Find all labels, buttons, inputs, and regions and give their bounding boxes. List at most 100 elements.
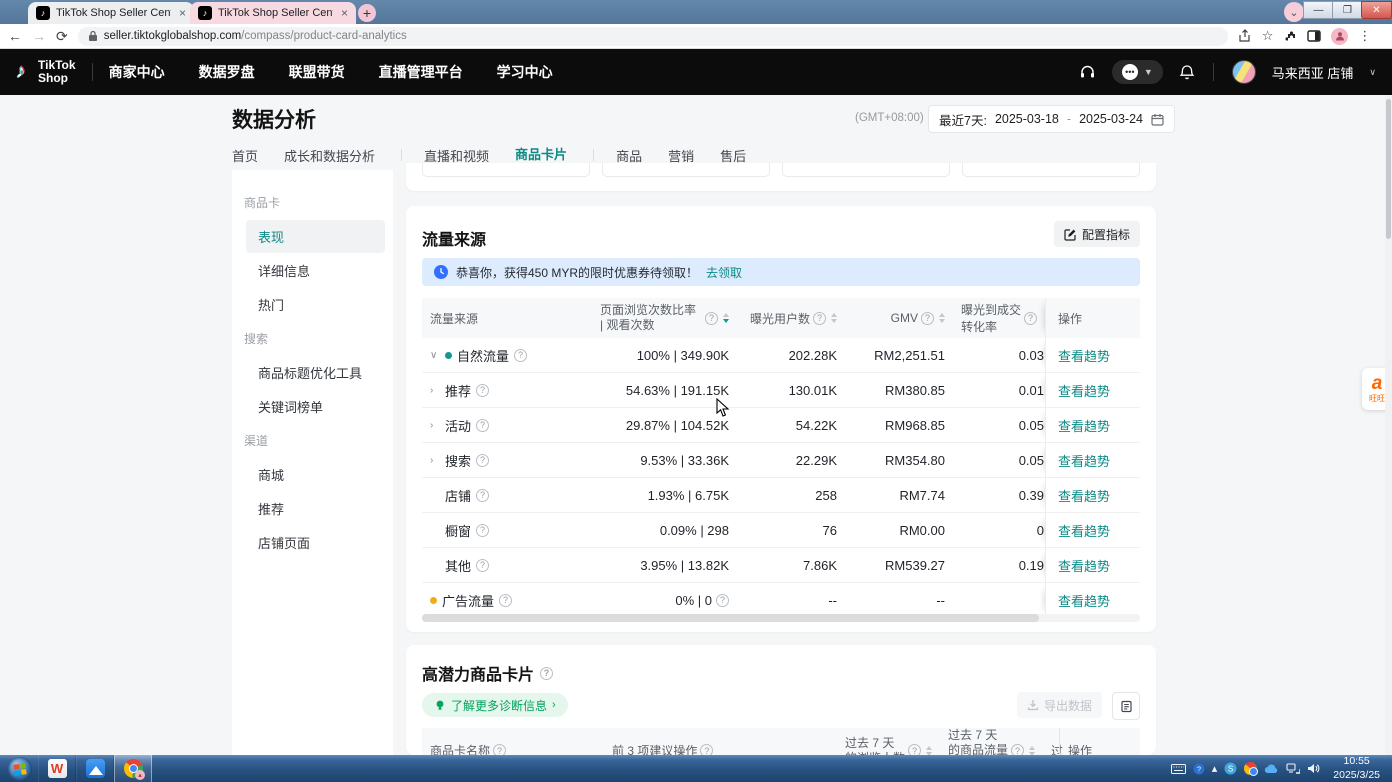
sidebar-item-详细信息[interactable]: 详细信息 xyxy=(246,254,385,287)
column-header-过[interactable]: 过 xyxy=(1043,728,1059,755)
sidebar-item-推荐[interactable]: 推荐 xyxy=(246,492,385,525)
traffic-source-cell[interactable]: 橱窗? xyxy=(422,513,587,547)
column-header-GMV[interactable]: GMV? xyxy=(845,298,953,338)
help-icon[interactable]: ? xyxy=(476,384,489,397)
sidebar-item-商品标题优化工具[interactable]: 商品标题优化工具 xyxy=(246,356,385,389)
start-button[interactable] xyxy=(8,757,32,781)
vertical-scrollbar[interactable] xyxy=(1385,95,1392,755)
view-trend-link[interactable]: 查看趋势 xyxy=(1058,591,1110,610)
browser-menu-icon[interactable]: ⋮ xyxy=(1358,28,1371,44)
scrollbar-thumb[interactable] xyxy=(1386,99,1391,239)
window-minimize-button[interactable]: — xyxy=(1303,1,1334,19)
help-icon[interactable]: ? xyxy=(1024,312,1037,325)
tab-close-icon[interactable]: × xyxy=(341,6,348,20)
collapse-icon[interactable]: ∨ xyxy=(430,350,440,361)
window-close-button[interactable]: ✕ xyxy=(1361,1,1392,19)
field-config-button[interactable] xyxy=(1112,692,1140,720)
sidebar-item-表现[interactable]: 表现 xyxy=(246,220,385,253)
store-avatar[interactable] xyxy=(1232,60,1256,84)
help-icon[interactable]: ? xyxy=(476,419,489,432)
sidebar-item-热门[interactable]: 热门 xyxy=(246,288,385,321)
taskbar-clock[interactable]: 10:55 2025/3/25 xyxy=(1327,755,1386,781)
new-tab-button[interactable]: + xyxy=(358,4,376,22)
store-chevron-icon[interactable]: ∨ xyxy=(1369,67,1376,78)
help-icon[interactable]: ? xyxy=(1011,744,1024,755)
view-trend-link[interactable]: 查看趋势 xyxy=(1058,556,1110,575)
column-header-过去 7 天的浏览人数[interactable]: 过去 7 天的浏览人数? xyxy=(837,728,940,755)
site-nav-item[interactable]: 数据罗盘 xyxy=(199,62,255,82)
site-nav-item[interactable]: 商家中心 xyxy=(109,62,165,82)
tiktok-shop-logo[interactable]: ♪♪♪ TikTokShop xyxy=(16,59,76,84)
volume-icon[interactable] xyxy=(1307,763,1320,774)
help-icon[interactable]: ? xyxy=(700,744,713,755)
taskbar-app-chrome[interactable]: ▴ xyxy=(114,754,152,782)
traffic-source-cell[interactable]: ›推荐? xyxy=(422,373,587,407)
date-range-picker[interactable]: 最近7天: 2025-03-18 - 2025-03-24 xyxy=(928,105,1175,133)
traffic-source-cell[interactable]: 其他? xyxy=(422,548,587,582)
help-icon[interactable]: ? xyxy=(921,312,934,325)
help-icon[interactable]: ? xyxy=(908,744,921,755)
column-header-过去 7 天的商品流量占比[interactable]: 过去 7 天的商品流量占比? xyxy=(940,728,1043,755)
notification-bell-icon[interactable] xyxy=(1179,64,1195,81)
expand-icon[interactable]: › xyxy=(430,420,440,431)
tray-expand-icon[interactable]: ▴ xyxy=(1212,762,1218,775)
column-header-曝光到成交转化率[interactable]: 曝光到成交转化率? xyxy=(953,298,1045,338)
traffic-source-cell[interactable]: 广告流量? xyxy=(422,583,587,617)
bookmark-star-icon[interactable]: ☆ xyxy=(1262,28,1274,44)
tab-close-icon[interactable]: × xyxy=(179,6,186,20)
sort-icon[interactable] xyxy=(926,746,932,756)
window-maximize-button[interactable]: ❐ xyxy=(1332,1,1363,19)
help-icon[interactable]: ? xyxy=(705,312,718,325)
store-name[interactable]: 马来西亚 店铺 xyxy=(1272,63,1354,82)
claim-coupon-link[interactable]: 去领取 xyxy=(706,264,742,281)
expand-icon[interactable]: › xyxy=(430,455,440,466)
browser-tab[interactable]: ♪TikTok Shop Seller Center | Cr× xyxy=(190,2,356,24)
support-headset-icon[interactable] xyxy=(1079,64,1096,81)
view-trend-link[interactable]: 查看趋势 xyxy=(1058,451,1110,470)
touch-keyboard-icon[interactable] xyxy=(1171,764,1186,774)
metric-box[interactable] xyxy=(422,163,590,177)
column-header-操作[interactable]: 操作 xyxy=(1059,728,1140,755)
help-tray-icon[interactable]: ? xyxy=(1193,763,1205,775)
view-trend-link[interactable]: 查看趋势 xyxy=(1058,486,1110,505)
metric-box[interactable] xyxy=(602,163,770,177)
address-bar[interactable]: seller.tiktokglobalshop.com/compass/prod… xyxy=(78,27,1228,46)
site-nav-item[interactable]: 联盟带货 xyxy=(289,62,345,82)
help-icon[interactable]: ? xyxy=(476,454,489,467)
chrome-tray-icon[interactable] xyxy=(1244,762,1257,775)
reload-icon[interactable]: ⟳ xyxy=(56,29,68,43)
extensions-icon[interactable] xyxy=(1283,29,1297,43)
cloud-icon[interactable] xyxy=(1264,764,1279,774)
skype-icon[interactable]: S xyxy=(1224,762,1237,775)
traffic-source-cell[interactable]: ›活动? xyxy=(422,408,587,442)
sort-icon[interactable] xyxy=(831,313,837,323)
configure-metrics-button[interactable]: 配置指标 xyxy=(1054,221,1140,247)
taskbar-app-wps[interactable]: W xyxy=(38,755,76,782)
metric-box[interactable] xyxy=(782,163,950,177)
back-icon[interactable]: ← xyxy=(8,29,22,43)
traffic-source-cell[interactable]: ∨自然流量? xyxy=(422,338,587,372)
sort-icon[interactable] xyxy=(723,313,729,323)
taskbar-app-mountain[interactable] xyxy=(76,755,114,782)
site-nav-item[interactable]: 直播管理平台 xyxy=(379,62,463,82)
column-header-操作[interactable]: 操作 xyxy=(1045,298,1140,338)
help-icon[interactable]: ? xyxy=(716,594,729,607)
help-icon[interactable]: ? xyxy=(540,667,553,680)
column-header-前 3 项建议操作[interactable]: 前 3 项建议操作? xyxy=(604,728,837,755)
forward-icon[interactable]: → xyxy=(32,29,46,43)
sort-icon[interactable] xyxy=(1029,746,1035,756)
help-icon[interactable]: ? xyxy=(476,559,489,572)
sidebar-item-商城[interactable]: 商城 xyxy=(246,458,385,491)
help-icon[interactable]: ? xyxy=(813,312,826,325)
site-nav-item[interactable]: 学习中心 xyxy=(497,62,553,82)
column-header-流量来源[interactable]: 流量来源 xyxy=(422,298,587,338)
traffic-source-cell[interactable]: ›搜索? xyxy=(422,443,587,477)
analytics-tab-首页[interactable]: 首页 xyxy=(232,146,258,172)
view-trend-link[interactable]: 查看趋势 xyxy=(1058,416,1110,435)
metric-box[interactable] xyxy=(962,163,1140,177)
analytics-tab-成长和数据分析[interactable]: 成长和数据分析 xyxy=(284,146,375,172)
network-icon[interactable] xyxy=(1286,763,1300,774)
help-icon[interactable]: ? xyxy=(476,489,489,502)
browser-tab[interactable]: ♪TikTok Shop Seller Center | Cr× xyxy=(28,2,194,24)
view-trend-link[interactable]: 查看趋势 xyxy=(1058,346,1110,365)
